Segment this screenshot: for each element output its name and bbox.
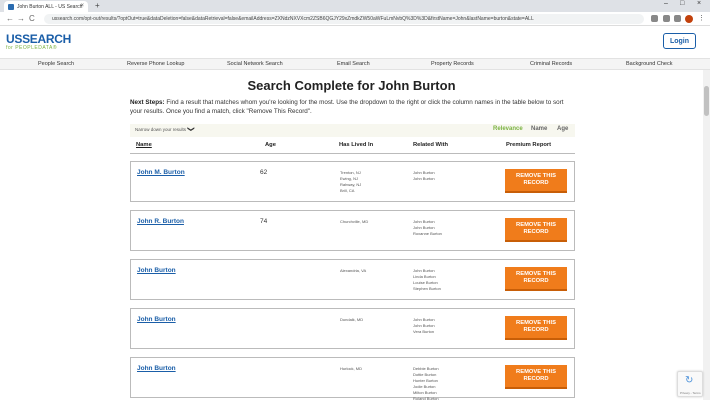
sort-name[interactable]: Name: [531, 126, 547, 132]
result-lived-list: Dundalk, MD: [340, 317, 363, 323]
lived-location: Dundalk, MD: [340, 317, 364, 322]
related-person: John Burton: [413, 176, 435, 181]
forward-icon[interactable]: →: [17, 14, 25, 23]
remove-record-button[interactable]: REMOVE THIS RECORD: [505, 267, 567, 291]
result-related-list: John Burton John Burton Roxanne Burton: [413, 219, 442, 237]
sort-relevance[interactable]: Relevance: [493, 126, 523, 132]
page-title: Search Complete for John Burton: [247, 78, 456, 93]
result-card: John M. Burton 62 Trenton, NJ Ewing, NJ Rahw…: [130, 161, 575, 202]
ussearch-logo[interactable]: USSEARCH for PEOPLEDATA®: [6, 32, 71, 51]
login-button[interactable]: Login: [663, 33, 696, 49]
reload-icon[interactable]: C: [29, 14, 35, 23]
result-lived-list: Trenton, NJ Ewing, NJ Rahway, NJ Brill, CA: [340, 170, 361, 194]
column-header-premium: Premium Report: [506, 142, 552, 148]
result-age: 62: [260, 169, 268, 176]
url-input[interactable]: ussearch.com/opt-out/results/?optOut=tru…: [44, 14, 644, 24]
close-window-button[interactable]: ×: [697, 0, 701, 7]
related-person: Roxanne Burton: [413, 231, 442, 236]
remove-record-button[interactable]: REMOVE THIS RECORD: [505, 365, 567, 389]
site-header: USSEARCH for PEOPLEDATA®: [0, 26, 710, 58]
puzzle-icon[interactable]: [674, 15, 681, 22]
result-age: 74: [260, 218, 268, 225]
result-lived-list: Hurlock, MD: [340, 366, 362, 372]
browser-menu-icon[interactable]: ⋮: [698, 14, 705, 22]
result-name-link[interactable]: John Burton: [137, 316, 176, 323]
result-related-list: John Burton John Burton Vera Burton: [413, 317, 435, 335]
logo-text: USSEARCH: [6, 32, 71, 46]
next-steps-body: Find a result that matches whom you're l…: [130, 99, 564, 115]
column-header-lived: Has Lived In: [339, 142, 374, 148]
result-name-link[interactable]: John Burton: [137, 365, 176, 372]
remove-record-button[interactable]: REMOVE THIS RECORD: [505, 218, 567, 242]
chevron-down-icon[interactable]: ❯: [187, 126, 195, 132]
minimize-button[interactable]: –: [664, 0, 668, 7]
lived-location: Hurlock, MD: [340, 366, 363, 371]
tab-close-icon[interactable]: ×: [80, 3, 84, 9]
new-tab-button[interactable]: +: [95, 1, 100, 10]
result-card: John R. Burton 74 Churchville, MD John Burt…: [130, 210, 575, 251]
result-name-link[interactable]: John R. Burton: [137, 218, 184, 225]
lived-location: Churchville, MD: [340, 219, 369, 224]
result-card: John Burton Alexandria, VA John Burton Lind…: [130, 259, 575, 300]
result-lived-list: Churchville, MD: [340, 219, 368, 225]
favicon-icon: [8, 3, 14, 10]
tab-title: John Burton ALL - US Search: [17, 3, 83, 10]
nav-social-network[interactable]: Social Network Search: [227, 61, 283, 67]
result-card: John Burton Hurlock, MD Debbie Burton Dotti…: [130, 357, 575, 401]
result-card: John Burton Dundalk, MD John Burton John Bu…: [130, 308, 575, 349]
address-bar: ← → C ussearch.com/opt-out/results/?optO…: [0, 12, 710, 26]
remove-record-button[interactable]: REMOVE THIS RECORD: [505, 316, 567, 340]
remove-record-button[interactable]: REMOVE THIS RECORD: [505, 169, 567, 193]
extension-icon[interactable]: [663, 15, 670, 22]
column-header-related: Related With: [413, 142, 449, 148]
related-person: Vera Burton: [413, 329, 435, 334]
nav-people-search[interactable]: People Search: [38, 61, 74, 67]
result-name-link[interactable]: John M. Burton: [137, 169, 185, 176]
nav-property-records[interactable]: Property Records: [431, 61, 474, 67]
result-name-link[interactable]: John Burton: [137, 267, 176, 274]
result-related-list: John Burton John Burton: [413, 170, 435, 182]
result-related-list: John Burton Linda Burton Louise Burton Step…: [413, 268, 441, 292]
related-person: Stephen Burton: [413, 286, 441, 291]
nav-background-check[interactable]: Background Check: [626, 61, 672, 67]
column-header-name[interactable]: Name: [136, 142, 152, 148]
profile-avatar[interactable]: [685, 15, 693, 23]
recaptcha-badge[interactable]: ↻ Privacy - Terms: [677, 371, 703, 397]
lived-location: Alexandria, VA: [340, 268, 367, 273]
result-lived-list: Alexandria, VA: [340, 268, 366, 274]
next-steps-label: Next Steps:: [130, 99, 165, 106]
recaptcha-links[interactable]: Privacy - Terms: [680, 391, 701, 395]
main-nav: People Search Reverse Phone Lookup Socia…: [0, 58, 710, 70]
column-header-age[interactable]: Age: [265, 142, 276, 148]
header-divider: [130, 153, 575, 154]
related-person: Roland Burton: [413, 396, 439, 401]
browser-tabstrip: John Burton ALL - US Search × + – □ ×: [0, 0, 710, 12]
nav-criminal-records[interactable]: Criminal Records: [530, 61, 572, 67]
page-scrollbar[interactable]: [703, 70, 710, 400]
result-related-list: Debbie Burton Dottie Burton Hunter Burton J…: [413, 366, 439, 402]
lived-location: Brill, CA: [340, 188, 355, 193]
browser-tab[interactable]: John Burton ALL - US Search ×: [4, 1, 88, 12]
recaptcha-icon: ↻: [685, 375, 694, 386]
star-icon[interactable]: [651, 15, 658, 22]
filter-bar: Narrow down your results ❯ Relevance Nam…: [130, 124, 575, 137]
next-steps-text: Next Steps: Find a result that matches w…: [130, 98, 575, 116]
nav-email-search[interactable]: Email Search: [337, 61, 370, 67]
narrow-results-dropdown[interactable]: Narrow down your results: [135, 127, 186, 132]
maximize-button[interactable]: □: [680, 0, 684, 7]
nav-reverse-phone[interactable]: Reverse Phone Lookup: [127, 61, 184, 67]
sort-age[interactable]: Age: [557, 126, 568, 132]
scrollbar-thumb[interactable]: [704, 86, 709, 116]
back-icon[interactable]: ←: [6, 14, 14, 23]
